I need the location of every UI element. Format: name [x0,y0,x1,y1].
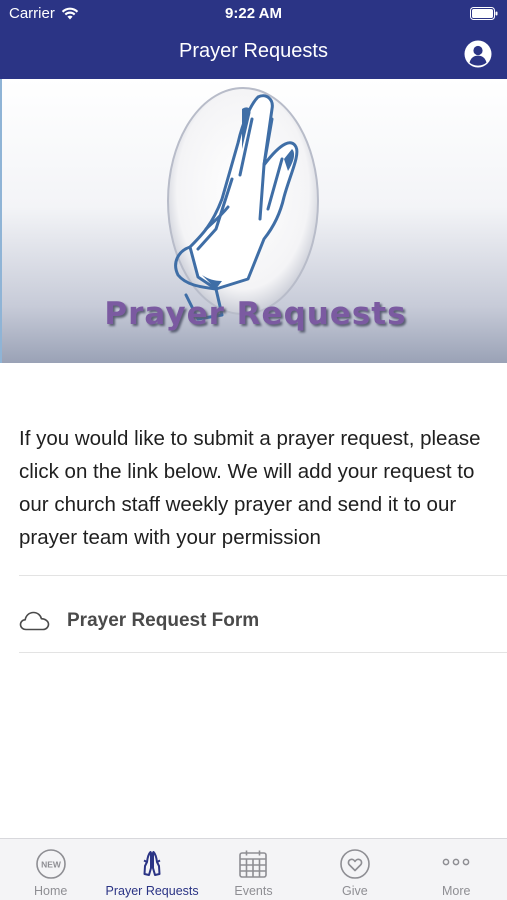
tab-label: Give [342,884,368,898]
prayer-request-form-link[interactable]: Prayer Request Form [0,598,507,648]
tab-home[interactable]: NEW Home [0,839,101,900]
divider-top [19,575,507,576]
tab-give[interactable]: Give [304,839,405,900]
calendar-icon [239,850,268,878]
tab-bar: NEW Home Prayer Requests Events Give Mor… [0,838,507,900]
status-time: 9:22 AM [225,5,282,22]
new-badge-icon: NEW [35,849,66,879]
status-bar: Carrier 9:22 AM [0,0,507,28]
tab-label: More [442,884,471,898]
svg-text:NEW: NEW [41,860,62,870]
hero-caption: Prayer Requests [104,296,407,332]
page-title: Prayer Requests [179,40,328,62]
description-text: If you would like to submit a prayer req… [19,427,481,549]
cloud-icon [19,611,50,631]
heart-circle-icon [340,849,370,879]
hero-banner: Prayer Requests [0,79,507,363]
tab-events[interactable]: Events [203,839,304,900]
divider-bottom [19,652,507,653]
tab-label: Prayer Requests [105,884,199,898]
person-circle-icon[interactable] [464,40,492,68]
tab-prayer-requests[interactable]: Prayer Requests [101,839,202,900]
tab-label: Events [234,884,273,898]
tab-label: Home [34,884,68,898]
navigation-bar: Carrier 9:22 AM Prayer Requests [0,0,507,79]
more-dots-icon [442,858,470,866]
battery-icon [470,7,498,20]
prayer-request-form-label: Prayer Request Form [67,610,260,631]
praying-hands-icon [143,851,161,876]
tab-more[interactable]: More [406,839,507,900]
